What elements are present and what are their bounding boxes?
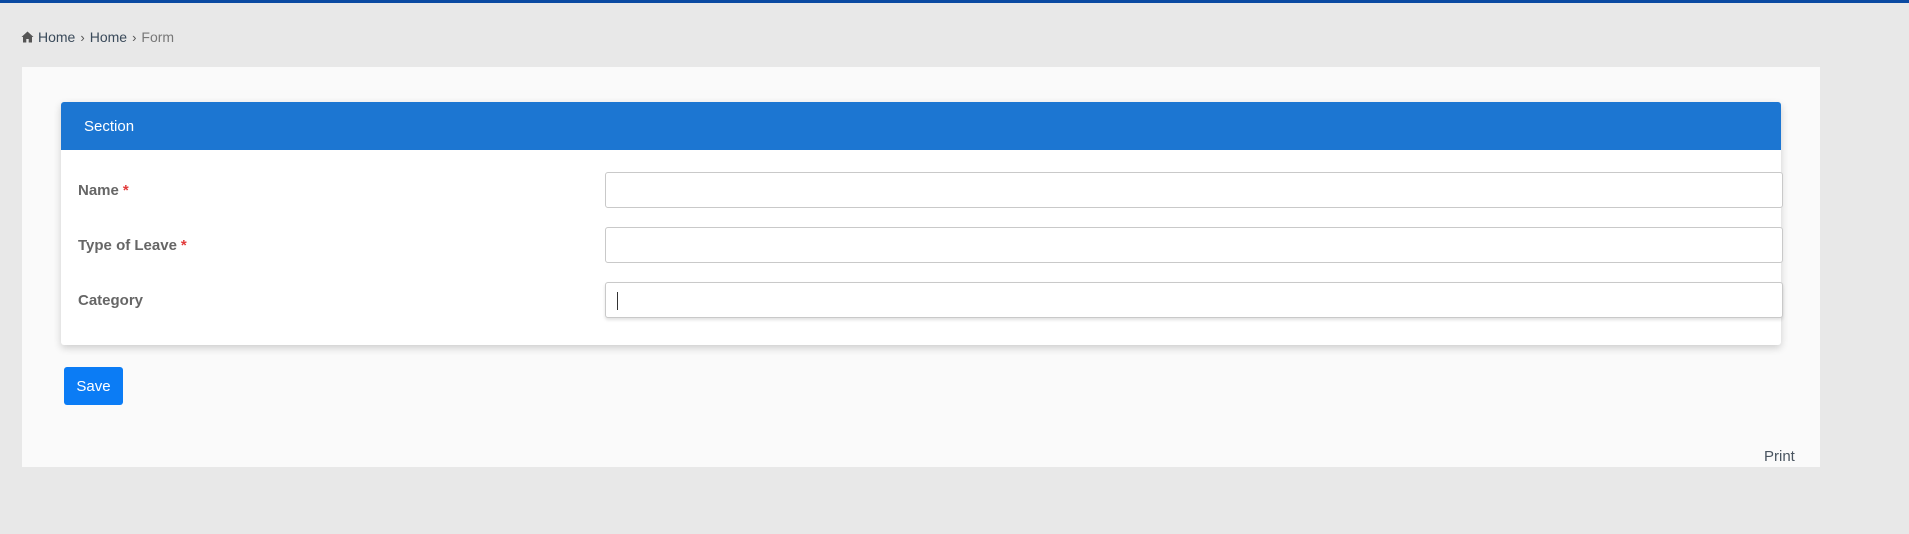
name-label-text: Name xyxy=(78,182,119,199)
form-section: Section Name * Type of Leave * Category xyxy=(61,102,1783,345)
save-button[interactable]: Save xyxy=(64,367,123,405)
category-label: Category xyxy=(78,292,143,309)
form-card: Section Name * Type of Leave * Category Sa… xyxy=(22,67,1820,467)
name-field[interactable] xyxy=(605,172,1783,208)
section-title: Section xyxy=(84,117,135,135)
breadcrumb-home-link[interactable]: Home xyxy=(38,29,75,45)
category-field[interactable] xyxy=(605,282,1783,318)
text-caret xyxy=(617,292,618,310)
breadcrumb-current: Form xyxy=(141,29,175,45)
type-of-leave-label-text: Type of Leave xyxy=(78,237,177,254)
top-accent-bar xyxy=(0,0,1909,3)
home-icon[interactable] xyxy=(21,31,34,43)
form-row-name: Name * xyxy=(61,172,1783,210)
breadcrumb-home-link-2[interactable]: Home xyxy=(90,29,127,45)
required-marker: * xyxy=(180,237,187,254)
required-marker: * xyxy=(122,182,129,199)
print-link[interactable]: Print xyxy=(1764,448,1795,465)
section-header: Section xyxy=(61,102,1781,150)
category-label-text: Category xyxy=(78,292,144,309)
form-row-type-of-leave: Type of Leave * xyxy=(61,227,1783,265)
type-of-leave-field[interactable] xyxy=(605,227,1783,263)
form-row-category: Category xyxy=(61,282,1783,320)
breadcrumb: Home › Home › Form xyxy=(21,29,174,45)
name-label: Name * xyxy=(78,182,129,199)
breadcrumb-separator: › xyxy=(132,29,137,45)
type-of-leave-label: Type of Leave * xyxy=(78,237,187,254)
breadcrumb-separator: › xyxy=(80,29,85,45)
